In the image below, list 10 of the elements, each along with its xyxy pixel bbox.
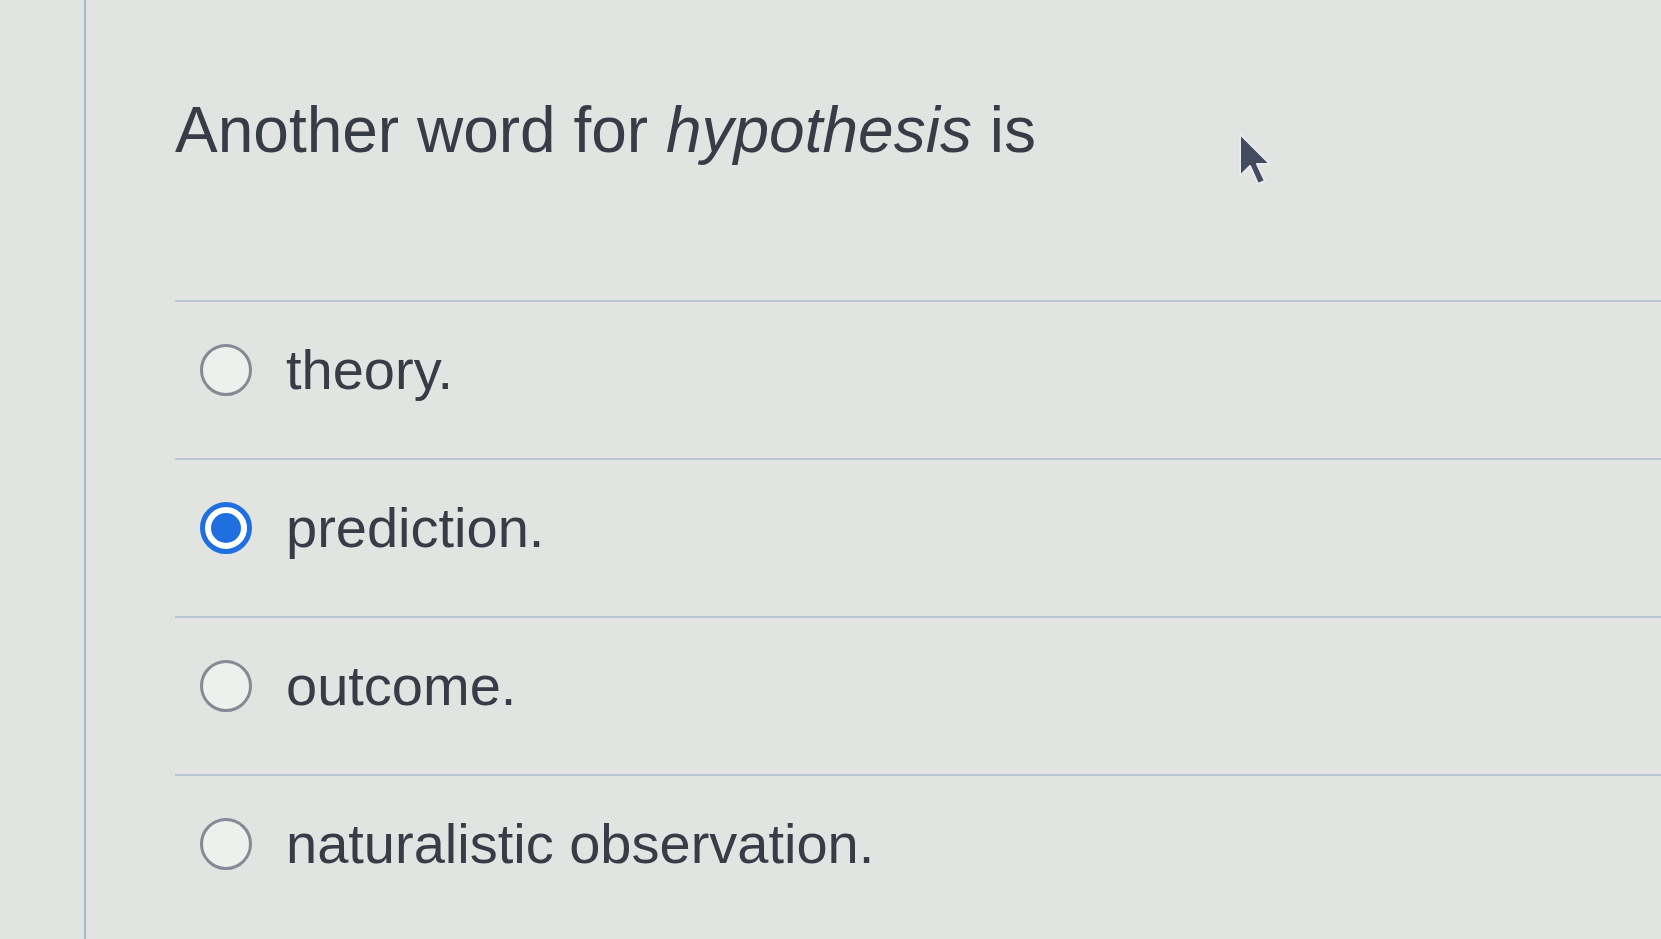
option-label: outcome. [286,653,517,720]
cursor-icon [1238,132,1272,186]
question-text: Another word for hypothesis is [175,93,1036,168]
option-label: naturalistic observation. [286,811,875,878]
option-label: prediction. [286,495,545,562]
radio-button[interactable] [200,660,252,712]
radio-button[interactable] [200,344,252,396]
radio-button[interactable] [200,818,252,870]
option-label: theory. [286,337,454,404]
radio-button[interactable] [200,502,252,554]
